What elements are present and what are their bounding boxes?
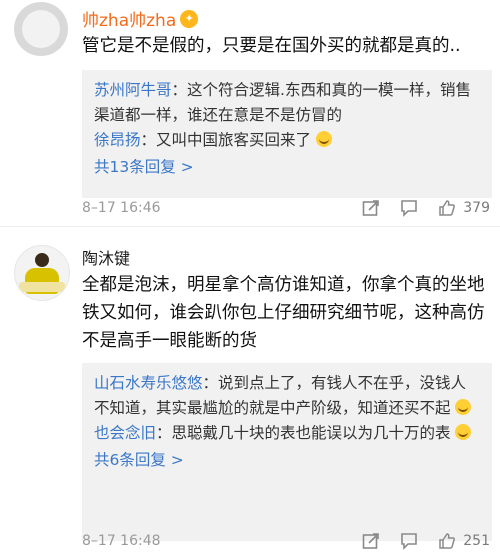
timestamp: 8–17 16:46	[82, 200, 161, 216]
reply-item: 苏州阿牛哥：这个符合逻辑.东西和真的一模一样，销售渠道都一样，谁还在意是不是仿冒…	[94, 81, 471, 124]
more-replies-link[interactable]: 共6条回复 >	[94, 448, 480, 473]
more-replies-link[interactable]: 共13条回复 >	[94, 155, 480, 180]
timestamp: 8–17 16:48	[82, 533, 161, 549]
share-icon[interactable]	[361, 198, 381, 218]
cat-emoji-icon	[455, 424, 472, 440]
reply-username[interactable]: 苏州阿牛哥	[94, 81, 172, 99]
thumbs-up-icon	[437, 531, 457, 551]
laughing-emoji-icon	[315, 131, 332, 147]
avatar-head	[35, 253, 49, 267]
action-bar: 379	[361, 198, 490, 218]
reply-box[interactable]: 山石水寿乐悠悠：说到点上了，有钱人不在乎，没钱人不知道，其实最尴尬的就是中产阶级…	[82, 363, 492, 541]
reply-username[interactable]: 也会念旧	[94, 424, 156, 442]
like-button[interactable]: 379	[437, 198, 490, 218]
username[interactable]: 陶沐键	[82, 245, 130, 269]
reply-item: 也会念旧：思聪戴几十块的表也能误以为几十万的表	[94, 421, 480, 446]
comment-card: 帅zha帅zha ✦ 管它是不是假的，只要是在国外买的就都是真的.. 苏州阿牛哥…	[0, 0, 500, 226]
comment-footer: 8–17 16:46 379	[82, 196, 490, 220]
laughing-emoji-icon	[455, 399, 472, 415]
comment-icon[interactable]	[399, 198, 419, 218]
username[interactable]: 帅zha帅zha ✦	[82, 6, 199, 31]
avatar[interactable]	[14, 245, 70, 301]
like-count: 379	[463, 200, 490, 216]
comment-card: 陶沐键 全都是泡沫，明星拿个高仿谁知道，你拿个真的坐地铁又如何，谁会趴你包上仔细…	[0, 226, 500, 557]
reply-text: 又叫中国旅客买回来了	[156, 131, 312, 149]
share-icon[interactable]	[361, 531, 381, 551]
reply-item: 徐昂扬：又叫中国旅客买回来了	[94, 128, 480, 153]
vip-badge-icon: ✦	[180, 9, 199, 28]
comment-icon[interactable]	[399, 531, 419, 551]
comment-text: 管它是不是假的，只要是在国外买的就都是真的..	[82, 36, 461, 56]
comment-text: 全都是泡沫，明星拿个高仿谁知道，你拿个真的坐地铁又如何，谁会趴你包上仔细研究细节…	[82, 275, 485, 351]
avatar-bench	[19, 282, 65, 292]
thumbs-up-icon	[437, 198, 457, 218]
avatar[interactable]	[14, 2, 68, 56]
reply-item: 山石水寿乐悠悠：说到点上了，有钱人不在乎，没钱人不知道，其实最尴尬的就是中产阶级…	[94, 371, 480, 421]
comment-footer: 8–17 16:48 251	[82, 529, 490, 553]
action-bar: 251	[361, 531, 490, 551]
like-count: 251	[463, 533, 490, 549]
reply-box[interactable]: 苏州阿牛哥：这个符合逻辑.东西和真的一模一样，销售渠道都一样，谁还在意是不是仿冒…	[82, 70, 492, 198]
reply-text: 思聪戴几十块的表也能误以为几十万的表	[171, 424, 451, 442]
reply-username[interactable]: 山石水寿乐悠悠	[94, 374, 203, 392]
reply-username[interactable]: 徐昂扬	[94, 131, 141, 149]
like-button[interactable]: 251	[437, 531, 490, 551]
